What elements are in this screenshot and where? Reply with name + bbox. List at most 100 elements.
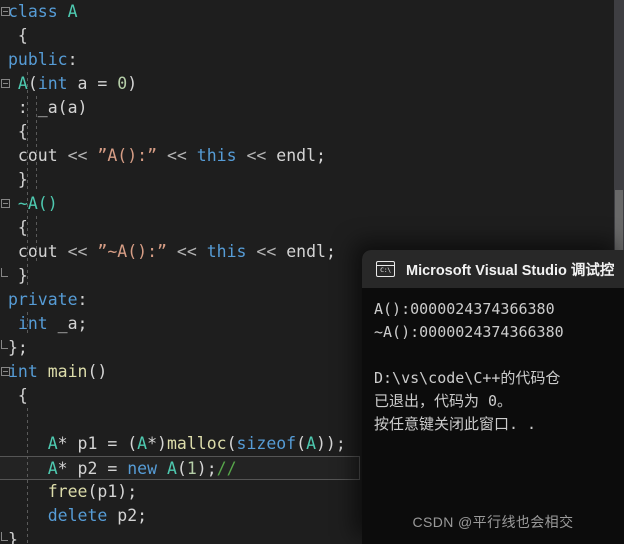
screenshot-root: class A {public: A(int a = 0) : _a(a) { …: [0, 0, 624, 544]
indent-guide: [27, 312, 28, 336]
code-token: <<: [256, 242, 277, 261]
code-token: ”A():”: [97, 146, 158, 165]
code-token: a =: [67, 74, 118, 93]
code-token: p2;: [107, 506, 148, 525]
indent-guide: [27, 72, 28, 288]
code-token: 1: [186, 459, 197, 478]
indent-guide: [36, 96, 37, 192]
console-output-line: A():0000024374366380: [374, 300, 555, 318]
code-line[interactable]: A* p2 = new A(1);//: [0, 456, 360, 480]
code-token: <<: [166, 146, 187, 165]
console-icon-prompt-text: C:\: [380, 266, 391, 274]
code-token: cout: [8, 146, 68, 165]
code-token: endl;: [266, 146, 326, 165]
code-token: * p2 =: [57, 459, 128, 478]
code-token: }: [8, 170, 28, 189]
code-token: class: [8, 2, 58, 21]
code-token: : _a(a): [8, 98, 88, 117]
console-output-line: D:\vs\code\C++的代码仓: [374, 369, 561, 387]
code-token: {: [8, 26, 28, 45]
code-line[interactable]: {: [0, 24, 624, 48]
code-token: delete: [47, 506, 108, 525]
code-token: private: [8, 290, 78, 309]
code-line[interactable]: public:: [0, 48, 624, 72]
code-line[interactable]: cout << ”A():” << this << endl;: [0, 144, 624, 168]
code-token: (: [176, 459, 187, 478]
code-token: ));: [316, 434, 346, 453]
code-token: * p1 = (: [57, 434, 138, 453]
code-token: int: [17, 314, 48, 333]
code-token: };: [8, 338, 28, 357]
code-token: free: [47, 482, 88, 501]
code-token: endl;: [276, 242, 336, 261]
code-token: this: [196, 146, 237, 165]
code-token: 0: [117, 74, 128, 93]
indent-guide: [27, 408, 28, 544]
code-token: (: [296, 434, 307, 453]
code-line[interactable]: }: [0, 168, 624, 192]
code-fold-end-marker: [1, 340, 8, 349]
code-token: {: [8, 386, 28, 405]
code-token: ~A(): [8, 194, 58, 213]
code-token: <<: [176, 242, 197, 261]
code-token: A: [306, 434, 316, 453]
code-token: :: [67, 50, 78, 69]
code-token: A: [166, 459, 177, 478]
code-line[interactable]: ~A(): [0, 192, 624, 216]
code-token: int: [37, 74, 68, 93]
code-token: (: [226, 434, 237, 453]
code-token: //: [216, 459, 237, 478]
code-token: (: [27, 74, 38, 93]
code-token: {: [8, 122, 28, 141]
console-title-bar[interactable]: C:\ Microsoft Visual Studio 调试控: [362, 250, 624, 288]
console-output-line: 已退出，代码为 0。: [374, 392, 513, 410]
code-fold-toggle-icon[interactable]: [1, 7, 10, 16]
code-line[interactable]: : _a(a): [0, 96, 624, 120]
code-token: A: [67, 2, 78, 21]
code-token: {: [8, 218, 28, 237]
code-token: <<: [67, 146, 88, 165]
console-cmd-icon: C:\: [376, 261, 395, 277]
code-line[interactable]: class A: [0, 0, 624, 24]
code-token: cout: [8, 242, 68, 261]
code-token: ): [127, 74, 138, 93]
code-token: public: [8, 50, 68, 69]
indent-guide: [36, 216, 37, 264]
code-line[interactable]: {: [0, 216, 624, 240]
code-token: int: [8, 362, 38, 381]
code-token: main: [47, 362, 88, 381]
code-token: <<: [67, 242, 88, 261]
code-token: :: [77, 290, 88, 309]
code-token: malloc: [166, 434, 227, 453]
code-token: ”~A():”: [97, 242, 167, 261]
code-token: A: [8, 459, 58, 478]
code-token: }: [8, 266, 28, 285]
debug-console-window[interactable]: C:\ Microsoft Visual Studio 调试控 A():0000…: [362, 250, 624, 544]
code-fold-toggle-icon[interactable]: [1, 79, 10, 88]
console-output: A():0000024374366380 ~A():000002437436638…: [362, 288, 624, 436]
code-fold-toggle-icon[interactable]: [1, 199, 10, 208]
console-window-title: Microsoft Visual Studio 调试控: [406, 262, 615, 279]
console-output-line: ~A():0000024374366380: [374, 323, 564, 341]
code-fold-toggle-icon[interactable]: [1, 367, 10, 376]
code-line[interactable]: A(int a = 0): [0, 72, 624, 96]
code-token: );: [196, 459, 217, 478]
code-token: (p1);: [87, 482, 138, 501]
code-fold-end-marker: [1, 532, 8, 541]
code-token: <<: [246, 146, 267, 165]
console-output-line: 按任意键关闭此窗口. .: [374, 415, 537, 433]
code-line[interactable]: {: [0, 120, 624, 144]
csdn-watermark: CSDN @平行线也会相交: [412, 514, 574, 530]
